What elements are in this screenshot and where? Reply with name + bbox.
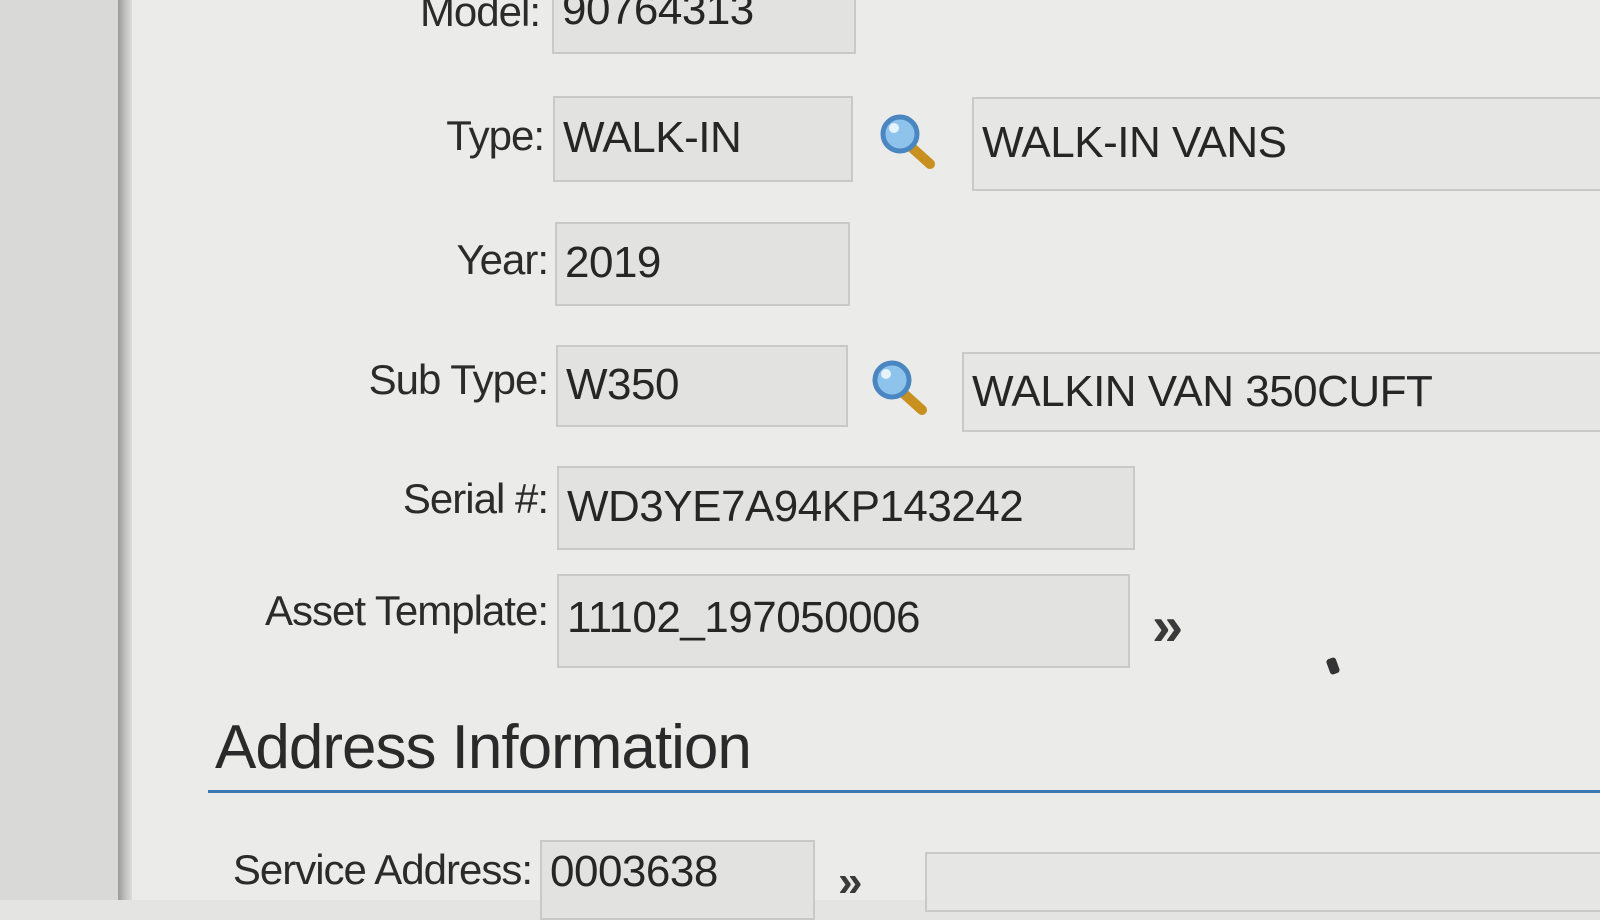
year-field[interactable]: 2019: [555, 222, 850, 306]
service-address-field[interactable]: 0003638: [540, 840, 815, 920]
sub-type-description-field: WALKIN VAN 350CUFT: [962, 352, 1600, 432]
serial-field[interactable]: WD3YE7A94KP143242: [557, 466, 1135, 550]
double-chevron-right-icon[interactable]: »: [1152, 598, 1183, 654]
asset-template-field[interactable]: 11102_197050006: [557, 574, 1130, 668]
serial-label: Serial #:: [402, 475, 549, 522]
asset-template-label: Asset Template:: [264, 587, 549, 634]
sub-type-lookup-icon[interactable]: [868, 358, 928, 418]
service-address-label: Service Address:: [232, 846, 533, 893]
type-lookup-icon[interactable]: [876, 112, 936, 172]
left-gutter: [0, 0, 118, 900]
service-address-navigate-icon[interactable]: »: [838, 860, 863, 904]
sub-type-field[interactable]: W350: [556, 345, 848, 427]
service-address-description-field: [925, 852, 1600, 912]
model-label: Model:: [419, 0, 541, 35]
address-section-title: Address Information: [215, 713, 752, 782]
type-field[interactable]: WALK-IN: [553, 96, 853, 182]
model-field[interactable]: 90764313: [552, 0, 856, 54]
section-divider: [208, 790, 1600, 793]
type-label: Type:: [446, 112, 545, 159]
type-description-field: WALK-IN VANS: [972, 97, 1600, 191]
sub-type-label: Sub Type:: [368, 356, 549, 403]
year-label: Year:: [456, 236, 549, 283]
